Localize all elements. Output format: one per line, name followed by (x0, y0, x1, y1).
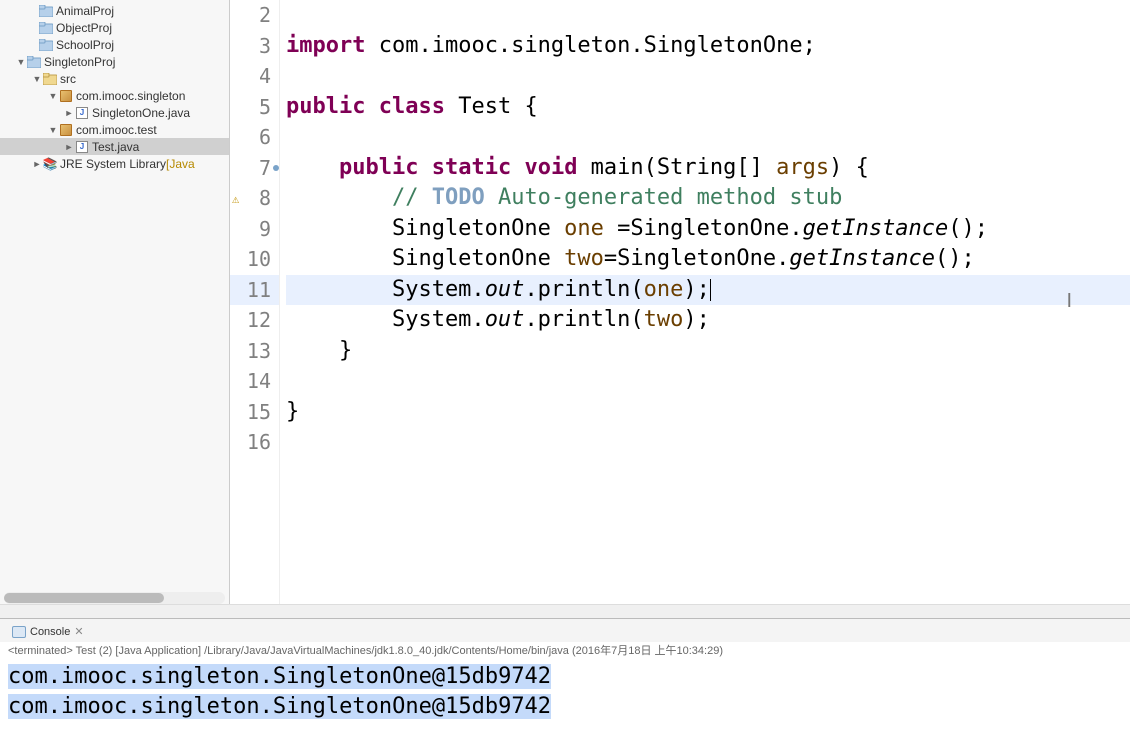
tree-item-label: SingletonOne.java (92, 106, 190, 120)
tree-item[interactable]: ▼ com.imooc.singleton (0, 87, 229, 104)
console-tab-label: Console (30, 626, 70, 638)
console-close-icon[interactable]: ✕ (74, 625, 83, 638)
code-line[interactable] (286, 0, 1130, 31)
line-gutter: 2345678⚠910111213141516 (230, 0, 280, 604)
console-line[interactable]: com.imooc.singleton.SingletonOne@15db974… (8, 662, 1122, 692)
project-tree[interactable]: AnimalProjObjectProjSchoolProj▼Singleton… (0, 0, 229, 592)
code-line[interactable]: import com.imooc.singleton.SingletonOne; (286, 31, 1130, 62)
tree-item[interactable]: ►JTest.java (0, 138, 229, 155)
code-line[interactable]: System.out.println(two); (286, 305, 1130, 336)
text-cursor-icon: I (1066, 290, 1072, 313)
console-icon (12, 626, 26, 638)
tree-item[interactable]: ▼ src (0, 70, 229, 87)
code-line[interactable]: // TODO Auto-generated method stub (286, 183, 1130, 214)
tree-arrow-icon[interactable]: ► (64, 108, 74, 118)
folder-blue-icon (38, 37, 54, 53)
pkg-icon (58, 88, 74, 104)
tree-item[interactable]: ►JSingletonOne.java (0, 104, 229, 121)
sidebar-scrollbar-thumb[interactable] (4, 593, 164, 603)
code-line[interactable]: SingletonOne two=SingletonOne.getInstanc… (286, 244, 1130, 275)
tree-item[interactable]: ►📚JRE System Library [Java (0, 155, 229, 172)
tree-item-label: SchoolProj (56, 38, 114, 52)
tree-arrow-icon[interactable]: ▼ (48, 91, 58, 101)
line-number[interactable]: 11 (230, 275, 279, 306)
line-number[interactable]: 13 (230, 336, 279, 367)
tree-item-label: Test.java (92, 140, 139, 154)
tree-item[interactable]: ▼ SingletonProj (0, 53, 229, 70)
code-line[interactable]: System.out.println(one); (286, 275, 1130, 306)
line-number[interactable]: 8⚠ (230, 183, 279, 214)
tree-item[interactable]: AnimalProj (0, 2, 229, 19)
code-line[interactable] (286, 122, 1130, 153)
console-line[interactable]: com.imooc.singleton.SingletonOne@15db974… (8, 692, 1122, 722)
warning-icon[interactable]: ⚠ (232, 192, 239, 206)
tree-item[interactable]: ObjectProj (0, 19, 229, 36)
line-number[interactable]: 9 (230, 214, 279, 245)
line-number[interactable]: 12 (230, 305, 279, 336)
console-status: <terminated> Test (2) [Java Application]… (0, 642, 1130, 660)
java-icon: J (74, 105, 90, 121)
code-line[interactable]: } (286, 336, 1130, 367)
tree-item-label: AnimalProj (56, 4, 114, 18)
tree-item-suffix: [Java (166, 157, 195, 171)
java-icon: J (74, 139, 90, 155)
tree-item-label: com.imooc.singleton (76, 89, 185, 103)
sidebar-scrollbar[interactable] (4, 592, 225, 604)
code-area[interactable]: import com.imooc.singleton.SingletonOne;… (280, 0, 1130, 604)
editor-bottom-scrollbar[interactable] (0, 604, 1130, 618)
code-line[interactable]: SingletonOne one =SingletonOne.getInstan… (286, 214, 1130, 245)
line-number[interactable]: 3 (230, 31, 279, 62)
line-number[interactable]: 5 (230, 92, 279, 123)
line-number[interactable]: 6 (230, 122, 279, 153)
pkg-icon (58, 122, 74, 138)
src-icon (42, 71, 58, 87)
folder-blue-icon (38, 3, 54, 19)
code-line[interactable]: public class Test { (286, 92, 1130, 123)
fold-marker-icon[interactable] (273, 165, 279, 171)
tree-item-label: src (60, 72, 76, 86)
tree-item[interactable]: ▼ com.imooc.test (0, 121, 229, 138)
line-number[interactable]: 7 (230, 153, 279, 184)
tree-arrow-icon[interactable]: ▼ (16, 57, 26, 67)
line-number[interactable]: 14 (230, 366, 279, 397)
folder-blue-icon (26, 54, 42, 70)
tree-arrow-icon[interactable]: ► (64, 142, 74, 152)
line-number[interactable]: 16 (230, 427, 279, 458)
code-line[interactable]: } (286, 397, 1130, 428)
tree-arrow-icon[interactable]: ► (32, 159, 42, 169)
code-line[interactable]: public static void main(String[] args) { (286, 153, 1130, 184)
tree-arrow-icon[interactable]: ▼ (32, 74, 42, 84)
tree-item-label: ObjectProj (56, 21, 112, 35)
package-explorer: AnimalProjObjectProjSchoolProj▼Singleton… (0, 0, 230, 604)
console-output[interactable]: com.imooc.singleton.SingletonOne@15db974… (0, 660, 1130, 730)
console-panel: Console ✕ <terminated> Test (2) [Java Ap… (0, 618, 1130, 730)
code-editor[interactable]: 2345678⚠910111213141516 import com.imooc… (230, 0, 1130, 604)
tree-item-label: SingletonProj (44, 55, 115, 69)
main-split: AnimalProjObjectProjSchoolProj▼Singleton… (0, 0, 1130, 604)
tree-item-label: JRE System Library (60, 157, 166, 171)
console-tabs: Console ✕ (0, 619, 1130, 642)
code-line[interactable] (286, 61, 1130, 92)
tree-item[interactable]: SchoolProj (0, 36, 229, 53)
console-tab[interactable]: Console ✕ (8, 623, 88, 640)
tree-item-label: com.imooc.test (76, 123, 157, 137)
code-line[interactable] (286, 366, 1130, 397)
tree-arrow-icon[interactable]: ▼ (48, 125, 58, 135)
line-number[interactable]: 15 (230, 397, 279, 428)
lib-icon: 📚 (42, 156, 58, 172)
line-number[interactable]: 10 (230, 244, 279, 275)
folder-blue-icon (38, 20, 54, 36)
line-number[interactable]: 2 (230, 0, 279, 31)
code-line[interactable] (286, 427, 1130, 458)
line-number[interactable]: 4 (230, 61, 279, 92)
